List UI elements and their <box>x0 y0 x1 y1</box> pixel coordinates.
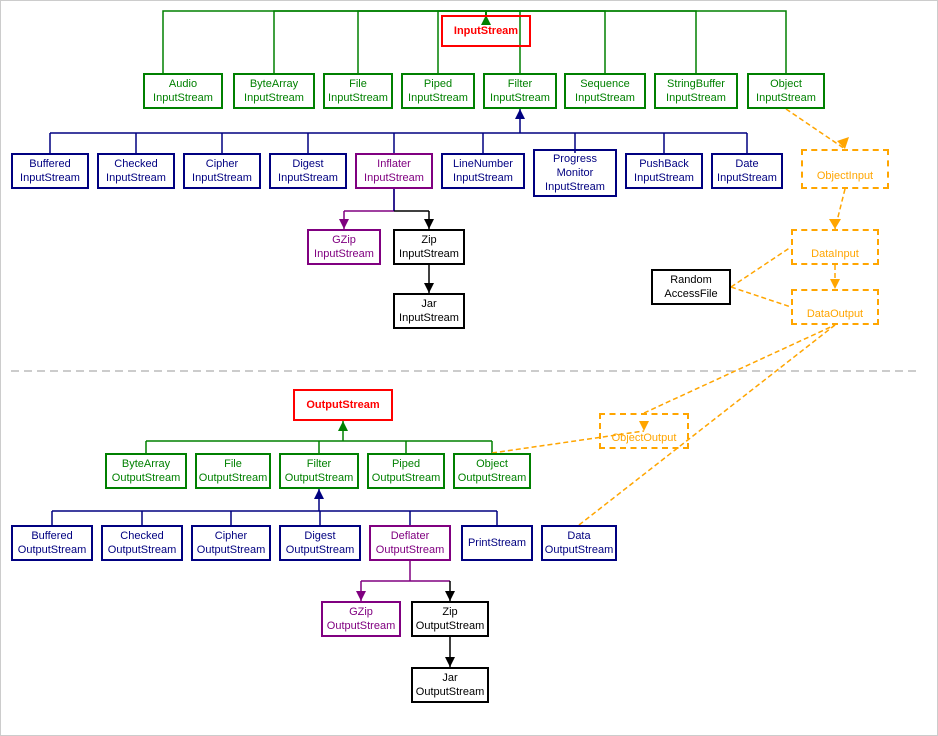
interfacedatainput: DataInput <box>791 229 879 265</box>
outputstream: OutputStream <box>293 389 393 421</box>
jarinputstream: JarInputStream <box>393 293 465 329</box>
fileoutputstream: FileOutputStream <box>195 453 271 489</box>
pipedinputstream: PipedInputStream <box>401 73 475 109</box>
zipinputstream: ZipInputStream <box>393 229 465 265</box>
digestoutputstream: DigestOutputStream <box>279 525 361 561</box>
deflateroutputstream: DeflaterOutputStream <box>369 525 451 561</box>
interfaceobjectoutput: ObjectOutput <box>599 413 689 449</box>
checkedoutputstream: CheckedOutputStream <box>101 525 183 561</box>
filterinputstream: FilterInputStream <box>483 73 557 109</box>
checkedinputstream: CheckedInputStream <box>97 153 175 189</box>
bufferedinputstream: BufferedInputStream <box>11 153 89 189</box>
pipedoutputstream: PipedOutputStream <box>367 453 445 489</box>
dataoutputstream: DataOutputStream <box>541 525 617 561</box>
gzipoutputstream: GZipOutputStream <box>321 601 401 637</box>
stringbufferinputstream: StringBufferInputStream <box>654 73 738 109</box>
bufferedoutputstream: BufferedOutputStream <box>11 525 93 561</box>
bytearrayinputstream: ByteArrayInputStream <box>233 73 315 109</box>
sequenceinputstream: SequenceInputStream <box>564 73 646 109</box>
fileinputstream: FileInputStream <box>323 73 393 109</box>
objectinputstream: ObjectInputStream <box>747 73 825 109</box>
zipoutputstream: ZipOutputStream <box>411 601 489 637</box>
cipheroutputstream: CipherOutputStream <box>191 525 271 561</box>
linenumberinputstream: LineNumberInputStream <box>441 153 525 189</box>
inflaterinputstream: InflaterInputStream <box>355 153 433 189</box>
interfaceobjectinput: ObjectInput <box>801 149 889 189</box>
pushbackinputstream: PushBackInputStream <box>625 153 703 189</box>
diagram: InputStream AudioInputStream ByteArrayInpu… <box>0 0 938 736</box>
jaroutputstream: JarOutputStream <box>411 667 489 703</box>
audioinputstream: AudioInputStream <box>143 73 223 109</box>
progressmonitorinputstream: ProgressMonitorInputStream <box>533 149 617 197</box>
filteroutputstream: FilterOutputStream <box>279 453 359 489</box>
dateinputstream: DateInputStream <box>711 153 783 189</box>
gzipinputstream: GZipInputStream <box>307 229 381 265</box>
digestinputstream: DigestInputStream <box>269 153 347 189</box>
interfacedataoutput: DataOutput <box>791 289 879 325</box>
printstream: PrintStream <box>461 525 533 561</box>
objectoutputstream: ObjectOutputStream <box>453 453 531 489</box>
bytearrayoutputstream: ByteArrayOutputStream <box>105 453 187 489</box>
inputstream: InputStream <box>441 15 531 47</box>
randomaccessfile: RandomAccessFile <box>651 269 731 305</box>
cipherinputstream: CipherInputStream <box>183 153 261 189</box>
